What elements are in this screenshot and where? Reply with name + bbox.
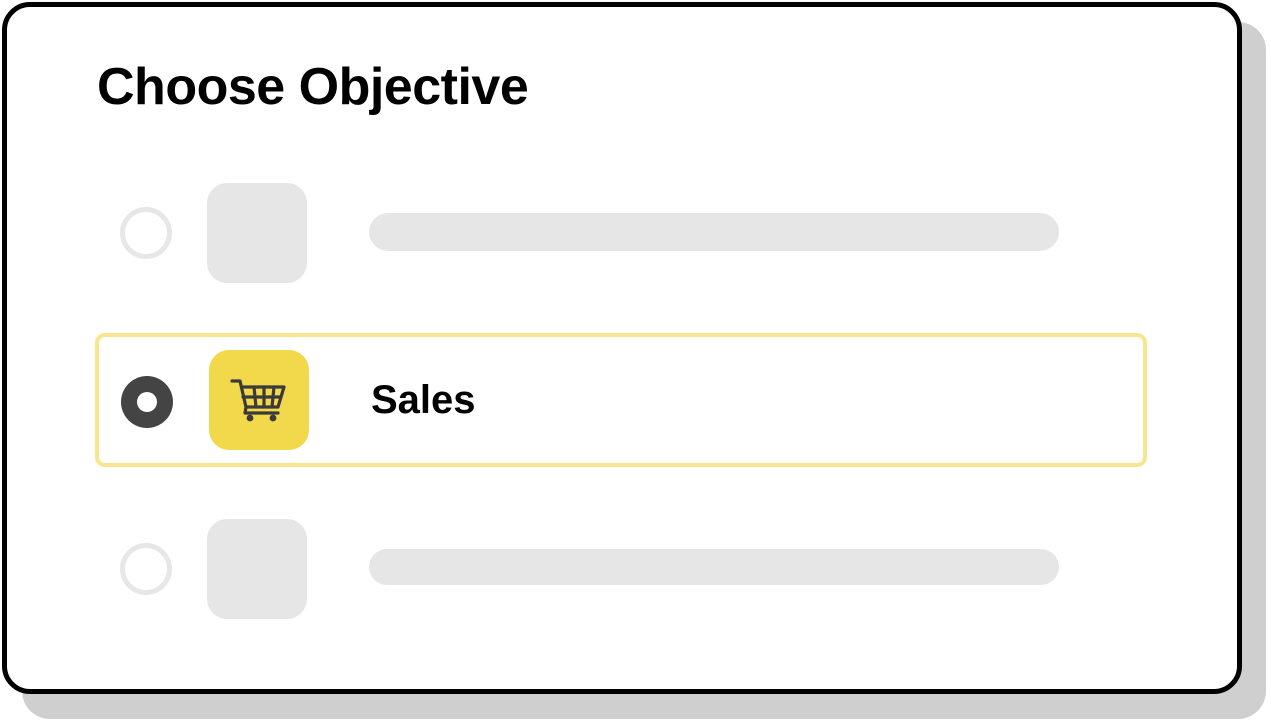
objective-radio-1[interactable] [120,207,172,259]
objective-option-1[interactable] [95,165,1147,299]
objective-radio-sales[interactable] [121,376,173,428]
objective-card: Choose Objective Sales [2,2,1242,694]
placeholder-label-bar [369,213,1059,251]
objective-label-sales: Sales [371,378,476,422]
objective-option-sales[interactable]: Sales [95,333,1147,467]
objective-option-3[interactable] [95,501,1147,635]
placeholder-icon [207,519,307,619]
shopping-cart-icon-glyph [230,379,286,422]
objective-dialog: Choose Objective Sales [0,0,1271,725]
placeholder-label-bar [369,549,1059,585]
objective-radio-3[interactable] [120,543,172,595]
shopping-cart-icon [209,350,309,450]
placeholder-icon [207,183,307,283]
dialog-title: Choose Objective [97,58,529,116]
